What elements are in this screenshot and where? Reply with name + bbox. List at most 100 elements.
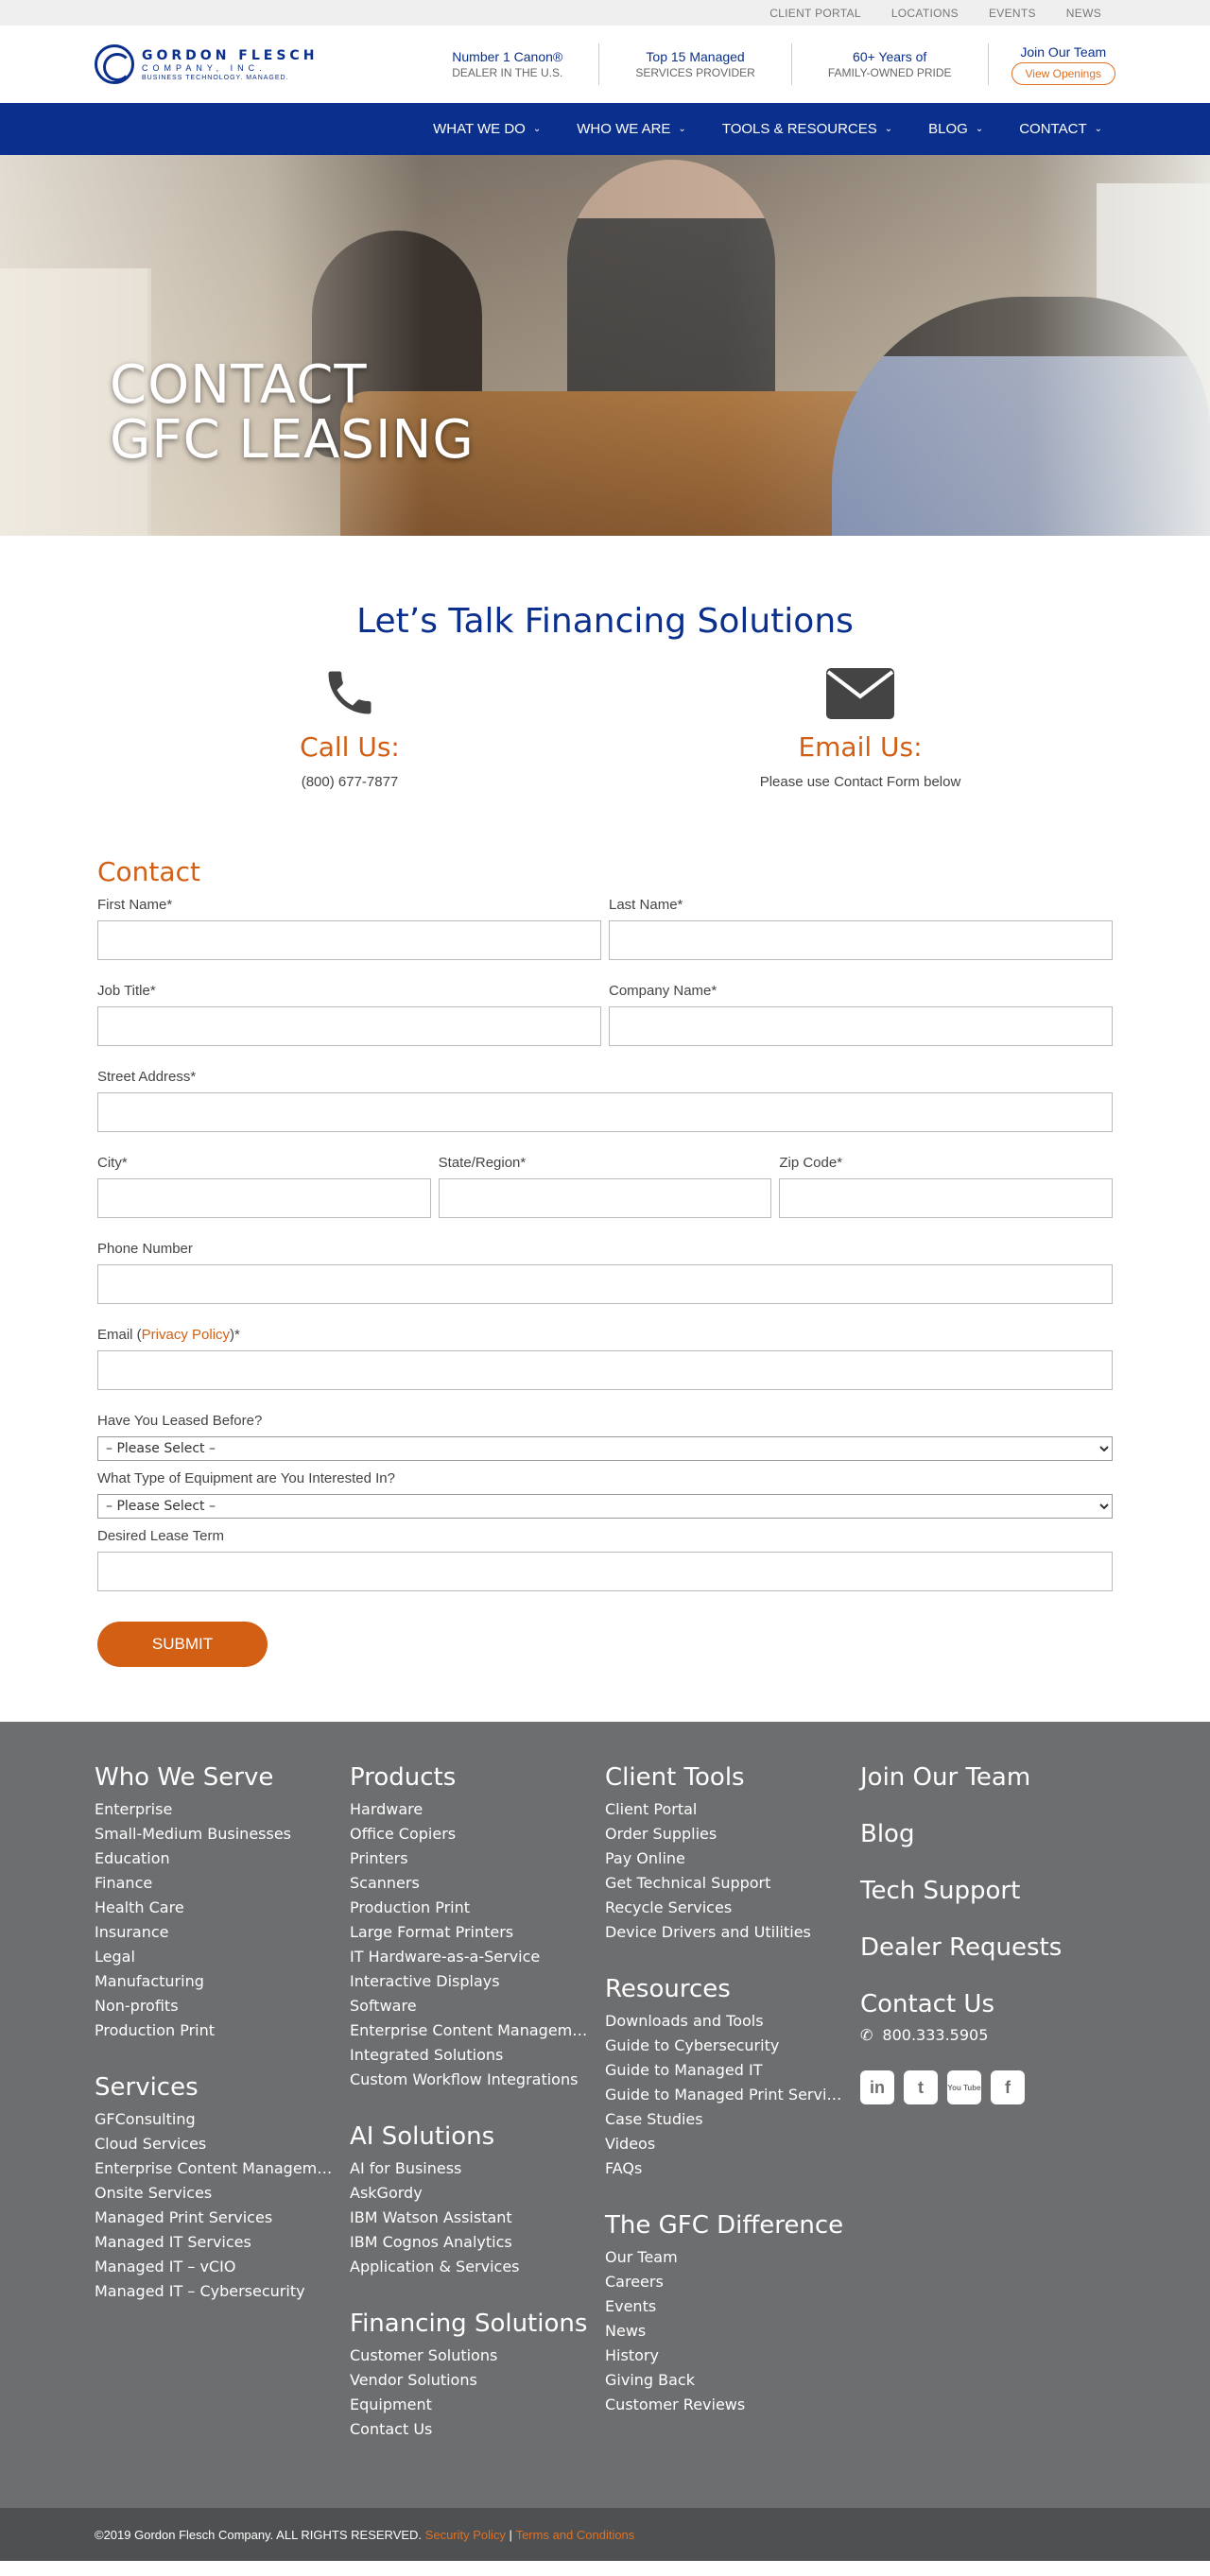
job-title-label: Job Title*: [97, 983, 156, 999]
footer-join-our-team-link[interactable]: Join Our Team: [860, 1763, 1115, 1792]
privacy-policy-link[interactable]: Privacy Policy: [142, 1327, 230, 1343]
footer-link[interactable]: Production Print: [350, 1896, 591, 1920]
nav-contact[interactable]: CONTACT ⌄: [1019, 121, 1102, 137]
footer-link[interactable]: Onsite Services: [95, 2181, 336, 2206]
first-name-input[interactable]: [97, 920, 601, 960]
footer-link[interactable]: Equipment: [350, 2393, 591, 2417]
phone-input[interactable]: [97, 1264, 1113, 1304]
utility-link-locations[interactable]: LOCATIONS: [891, 7, 959, 20]
footer-link[interactable]: Non-profits: [95, 1994, 336, 2018]
footer-link[interactable]: Managed Print Services: [95, 2206, 336, 2230]
footer-link[interactable]: Downloads and Tools: [605, 2009, 846, 2034]
city-input[interactable]: [97, 1178, 431, 1218]
footer-link[interactable]: AskGordy: [350, 2181, 591, 2206]
submit-button[interactable]: SUBMIT: [97, 1622, 268, 1667]
footer-link[interactable]: FAQs: [605, 2156, 846, 2181]
footer-link[interactable]: Recycle Services: [605, 1896, 846, 1920]
footer-link[interactable]: History: [605, 2344, 846, 2368]
linkedin-icon[interactable]: in: [860, 2070, 894, 2104]
last-name-input[interactable]: [609, 920, 1113, 960]
footer-link[interactable]: Cloud Services: [95, 2132, 336, 2156]
footer-link[interactable]: Pay Online: [605, 1846, 846, 1871]
first-name-label: First Name*: [97, 897, 173, 913]
footer-link[interactable]: AI for Business: [350, 2156, 591, 2181]
youtube-icon[interactable]: You Tube: [947, 2070, 981, 2104]
footer-link[interactable]: Custom Workflow Integrations: [350, 2068, 591, 2092]
footer-link[interactable]: Managed IT – vCIO: [95, 2255, 336, 2279]
footer-link[interactable]: GFConsulting: [95, 2107, 336, 2132]
nav-who-we-are[interactable]: WHO WE ARE ⌄: [577, 121, 686, 137]
footer-link[interactable]: Case Studies: [605, 2107, 846, 2132]
footer-link[interactable]: Our Team: [605, 2245, 846, 2270]
footer-link[interactable]: Managed IT Services: [95, 2230, 336, 2255]
facebook-icon[interactable]: f: [991, 2070, 1025, 2104]
footer-phone[interactable]: ✆ 800.333.5905: [860, 2026, 1115, 2044]
footer-link[interactable]: Health Care: [95, 1896, 336, 1920]
footer-link[interactable]: Software: [350, 1994, 591, 2018]
footer-link[interactable]: Enterprise Content Manageme...: [350, 2018, 591, 2043]
footer-link[interactable]: IBM Cognos Analytics: [350, 2230, 591, 2255]
job-title-input[interactable]: [97, 1006, 601, 1046]
footer-link[interactable]: Client Portal: [605, 1797, 846, 1822]
footer-link[interactable]: Enterprise Content Manageme...: [95, 2156, 336, 2181]
footer-link[interactable]: Manufacturing: [95, 1969, 336, 1994]
footer-blog-link[interactable]: Blog: [860, 1820, 1115, 1848]
footer-tech-support-link[interactable]: Tech Support: [860, 1877, 1115, 1905]
footer-contact-us-link[interactable]: Contact Us: [860, 1990, 1115, 2018]
company-name-input[interactable]: [609, 1006, 1113, 1046]
security-policy-link[interactable]: Security Policy: [425, 2528, 506, 2542]
footer-link[interactable]: Contact Us: [350, 2417, 591, 2442]
footer-link[interactable]: Vendor Solutions: [350, 2368, 591, 2393]
footer-link[interactable]: Guide to Cybersecurity: [605, 2034, 846, 2058]
twitter-icon[interactable]: t: [904, 2070, 938, 2104]
lease-term-input[interactable]: [97, 1552, 1113, 1591]
footer-link[interactable]: Guide to Managed Print Servic...: [605, 2083, 846, 2107]
footer-link[interactable]: Careers: [605, 2270, 846, 2294]
footer-link[interactable]: Integrated Solutions: [350, 2043, 591, 2068]
footer-link[interactable]: Hardware: [350, 1797, 591, 1822]
nav-tools-resources[interactable]: TOOLS & RESOURCES ⌄: [722, 121, 892, 137]
footer-link[interactable]: News: [605, 2319, 846, 2344]
utility-link-news[interactable]: NEWS: [1066, 7, 1101, 20]
footer-link[interactable]: Customer Reviews: [605, 2393, 846, 2417]
nav-blog[interactable]: BLOG ⌄: [928, 121, 983, 137]
footer-link[interactable]: Events: [605, 2294, 846, 2319]
footer-link[interactable]: Giving Back: [605, 2368, 846, 2393]
footer-dealer-requests-link[interactable]: Dealer Requests: [860, 1933, 1115, 1962]
equipment-type-select[interactable]: – Please Select –: [97, 1494, 1113, 1519]
footer-link[interactable]: Production Print: [95, 2018, 336, 2043]
utility-link-client-portal[interactable]: CLIENT PORTAL: [769, 7, 861, 20]
footer-link[interactable]: Interactive Displays: [350, 1969, 591, 1994]
footer-link[interactable]: Application & Services: [350, 2255, 591, 2279]
email-input[interactable]: [97, 1350, 1113, 1390]
street-address-input[interactable]: [97, 1092, 1113, 1132]
state-input[interactable]: [438, 1178, 772, 1218]
zip-code-input[interactable]: [779, 1178, 1114, 1218]
footer-link[interactable]: Order Supplies: [605, 1822, 846, 1846]
footer-link[interactable]: Finance: [95, 1871, 336, 1896]
footer-link[interactable]: Scanners: [350, 1871, 591, 1896]
footer-link[interactable]: Guide to Managed IT: [605, 2058, 846, 2083]
footer-link[interactable]: Office Copiers: [350, 1822, 591, 1846]
footer-link[interactable]: IT Hardware-as-a-Service: [350, 1945, 591, 1969]
footer-link[interactable]: Device Drivers and Utilities: [605, 1920, 846, 1945]
company-logo[interactable]: GORDON FLESCH COMPANY, INC. BUSINESS TEC…: [95, 44, 318, 84]
footer-link[interactable]: Managed IT – Cybersecurity: [95, 2279, 336, 2304]
terms-link[interactable]: Terms and Conditions: [516, 2528, 635, 2542]
footer-link[interactable]: Enterprise: [95, 1797, 336, 1822]
call-us-phone[interactable]: (800) 677-7877: [151, 774, 548, 790]
footer-link[interactable]: Printers: [350, 1846, 591, 1871]
footer-link[interactable]: Small-Medium Businesses: [95, 1822, 336, 1846]
footer-link[interactable]: Get Technical Support: [605, 1871, 846, 1896]
leased-before-select[interactable]: – Please Select –: [97, 1436, 1113, 1461]
footer-link[interactable]: Insurance: [95, 1920, 336, 1945]
footer-link[interactable]: Education: [95, 1846, 336, 1871]
footer-link[interactable]: Customer Solutions: [350, 2344, 591, 2368]
footer-link[interactable]: Legal: [95, 1945, 336, 1969]
view-openings-button[interactable]: View Openings: [1011, 61, 1115, 85]
footer-link[interactable]: Large Format Printers: [350, 1920, 591, 1945]
nav-what-we-do[interactable]: WHAT WE DO ⌄: [433, 121, 541, 137]
utility-link-events[interactable]: EVENTS: [989, 7, 1036, 20]
footer-link[interactable]: Videos: [605, 2132, 846, 2156]
footer-link[interactable]: IBM Watson Assistant: [350, 2206, 591, 2230]
